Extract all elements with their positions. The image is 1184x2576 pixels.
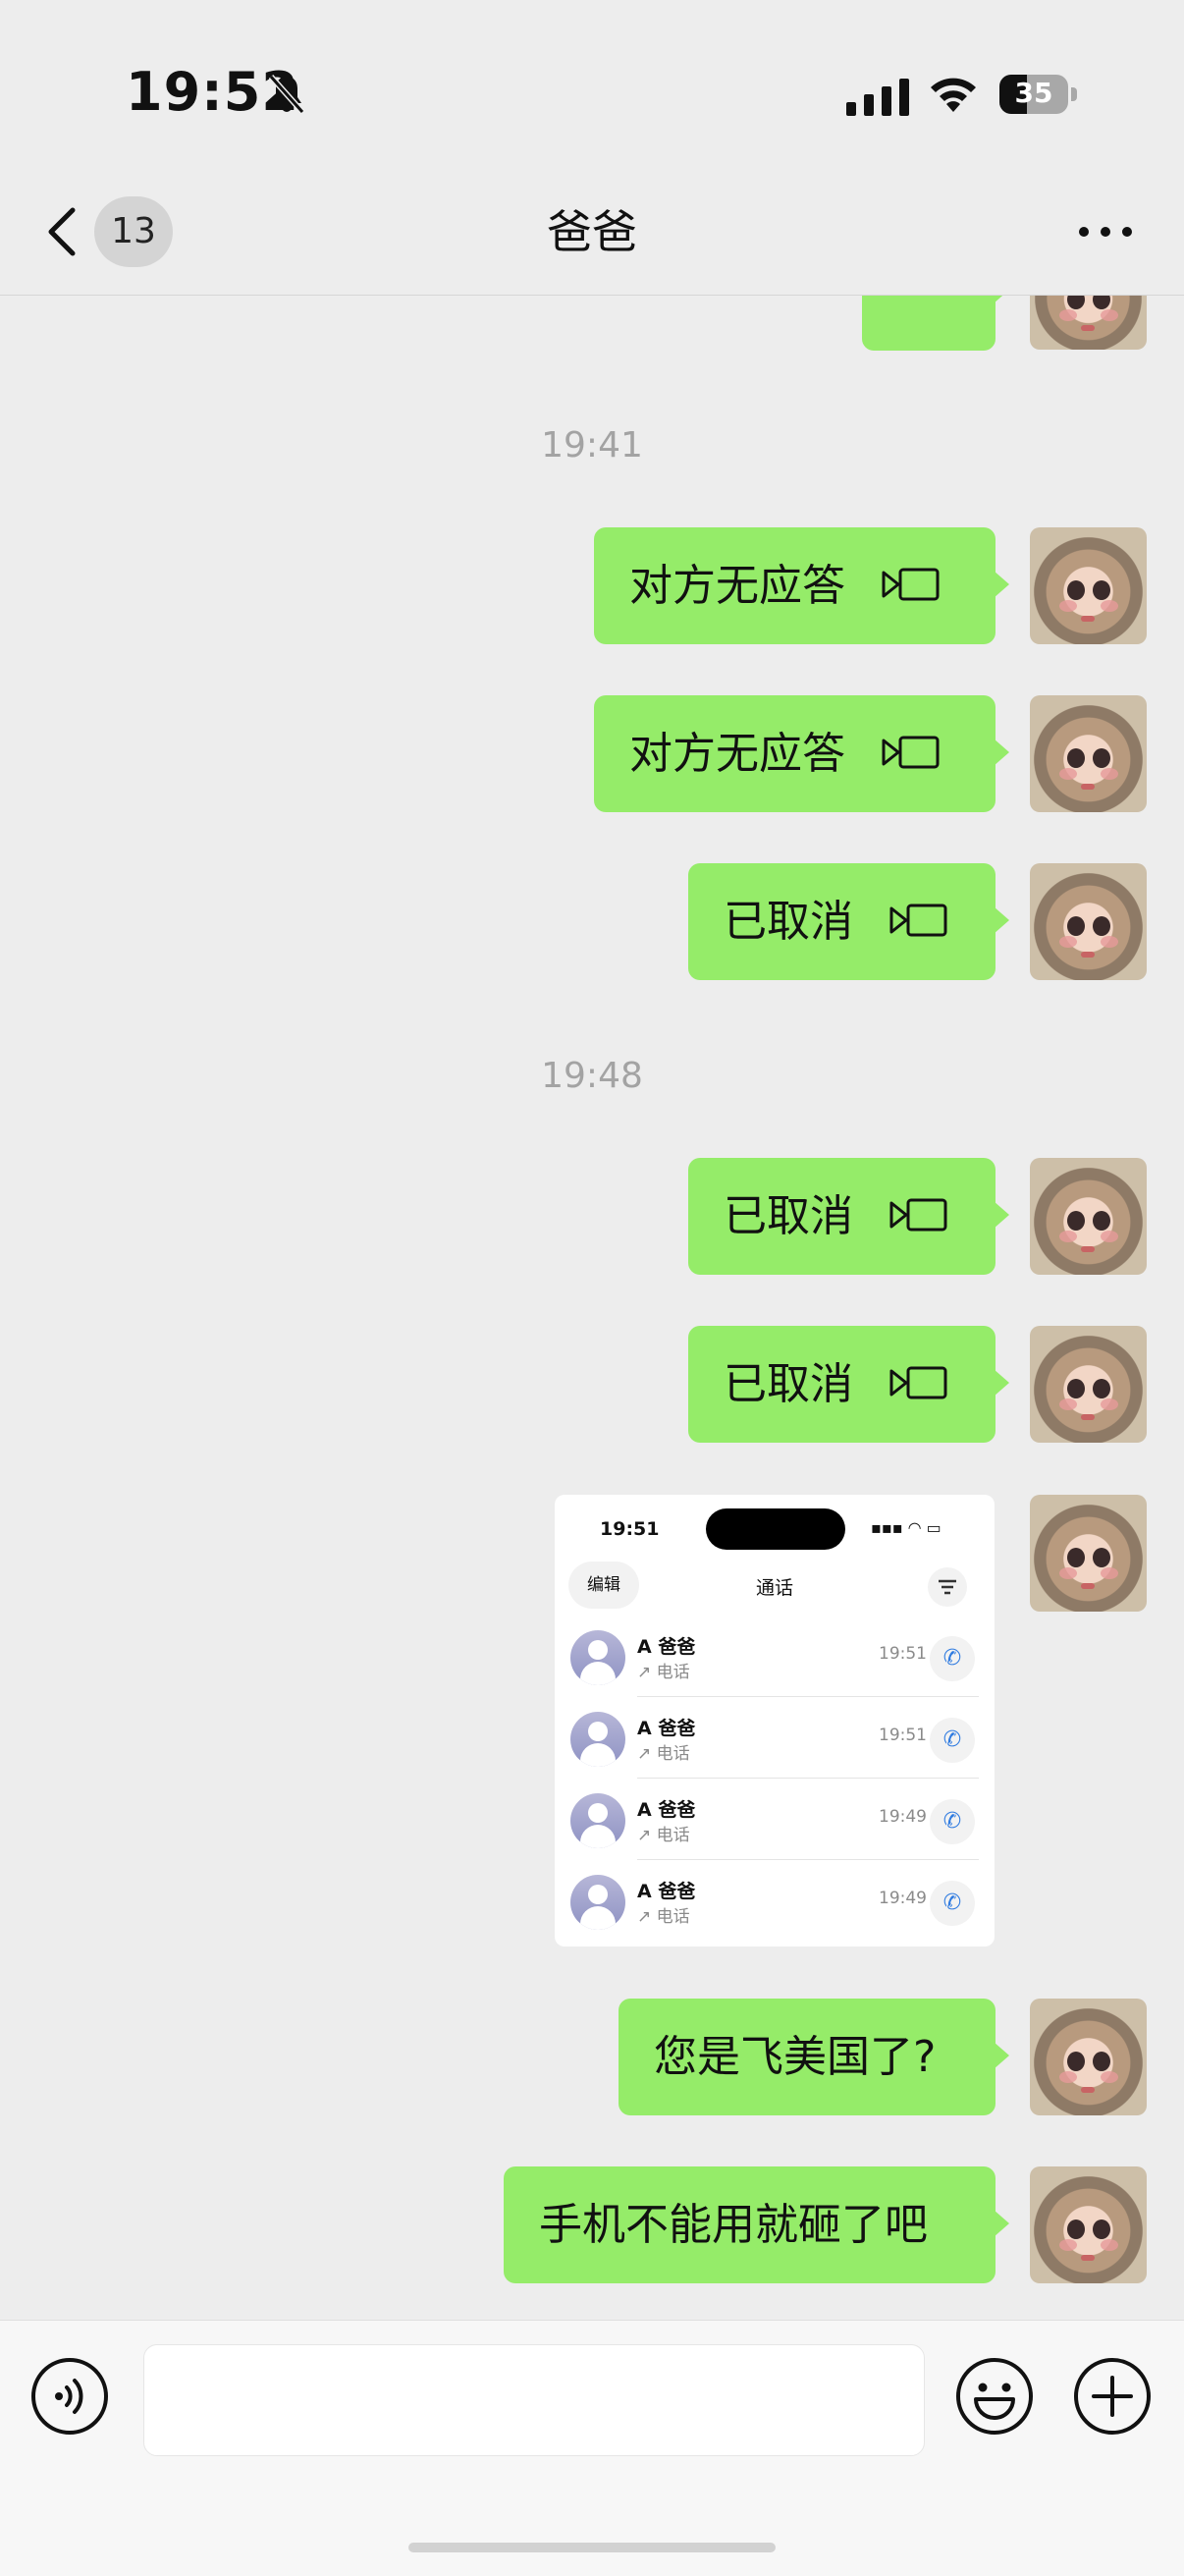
status-bar: 19:52 35 [0,0,1184,167]
cellular-signal-icon [846,79,909,116]
screenshot-time: 19:51 [600,1518,660,1540]
bell-slash-icon [268,75,305,114]
unread-count-badge[interactable]: 13 [94,196,173,267]
message-bubble[interactable]: 您是飞美国了? [619,1999,1009,2115]
message-bubble[interactable]: 已取消 [688,1158,1009,1275]
contact-name: A 爸爸 [637,1718,696,1739]
avatar[interactable] [1030,1999,1147,2115]
chat-title: 爸爸 [547,205,637,258]
avatar[interactable] [1030,1158,1147,1275]
message-timestamp: 19:41 [541,425,643,466]
message-input[interactable] [143,2344,925,2456]
message-text: 已取消 [724,897,853,947]
avatar[interactable] [1030,2166,1147,2283]
avatar[interactable] [1030,695,1147,812]
message-text: 手机不能用就砸了吧 [539,2200,928,2250]
call-type-label: 电话 [656,1826,690,1845]
call-log-row: A 爸爸 ↗ 电话 19:51 ✆ [555,1617,995,1697]
home-indicator [408,2543,776,2552]
emoji-icon[interactable] [954,2356,1035,2437]
call-time: 19:51 [879,1726,927,1745]
more-icon[interactable] [1078,226,1133,238]
wifi-icon [931,78,976,112]
call-time: 19:49 [879,1807,927,1827]
avatar[interactable] [1030,1326,1147,1443]
call-type-label: 电话 [656,1663,690,1682]
message-bubble[interactable]: ? [862,296,1009,351]
screenshot-status-icons: ▪▪▪ ◠ ▭ [871,1518,942,1537]
message-text: 您是飞美国了? [654,2032,937,2082]
avatar[interactable] [1030,1495,1147,1612]
call-log-row: A 爸爸 ↗ 电话 19:49 ✆ [555,1861,995,1942]
contact-name: A 爸爸 [637,1636,696,1658]
video-call-icon [889,1366,947,1399]
phone-icon: ✆ [930,1881,975,1926]
message-bubble[interactable]: 对方无应答 [594,695,1009,812]
call-type: ↗ 电话 [637,1826,690,1845]
phone-icon: ✆ [930,1636,975,1681]
input-bar [0,2320,1184,2576]
call-type: ↗ 电话 [637,1744,690,1764]
message-list[interactable]: ? 19:41 对方无应答 对方无应答 已取消 19:48 已取消 已取消 19… [0,296,1184,2319]
contact-name: A 爸爸 [637,1881,696,1902]
video-call-icon [882,736,940,769]
contact-avatar-icon [570,1630,625,1685]
video-call-icon [889,1198,947,1232]
chat-header: 爸爸 13 [0,167,1184,296]
dynamic-island [706,1508,845,1550]
image-message[interactable]: 19:51 ▪▪▪ ◠ ▭ 编辑 通话 A 爸爸 ↗ 电话 19:51 ✆ A … [555,1495,995,1946]
avatar[interactable] [1030,296,1147,350]
message-bubble[interactable]: 已取消 [688,863,1009,980]
message-bubble[interactable]: 已取消 [688,1326,1009,1443]
call-log-row: A 爸爸 ↗ 电话 19:51 ✆ [555,1698,995,1779]
message-bubble[interactable]: 手机不能用就砸了吧 [504,2166,1009,2283]
phone-icon: ✆ [930,1799,975,1844]
phone-icon: ✆ [930,1718,975,1763]
battery-icon: 35 [999,75,1078,116]
video-call-icon [882,568,940,601]
call-type: ↗ 电话 [637,1663,690,1682]
contact-avatar-icon [570,1712,625,1767]
call-type-label: 电话 [656,1907,690,1927]
message-timestamp: 19:48 [541,1056,643,1096]
message-text: 已取消 [724,1191,853,1241]
message-text: 已取消 [724,1359,853,1409]
avatar[interactable] [1030,527,1147,644]
voice-icon[interactable] [29,2356,110,2437]
call-time: 19:51 [879,1644,927,1664]
message-text: ? [917,296,940,306]
message-text: 对方无应答 [629,561,845,611]
message-bubble[interactable]: 对方无应答 [594,527,1009,644]
call-type-label: 电话 [656,1744,690,1764]
contact-avatar-icon [570,1793,625,1848]
avatar[interactable] [1030,863,1147,980]
message-text: 对方无应答 [629,729,845,779]
contact-avatar-icon [570,1875,625,1930]
filter-icon [928,1567,967,1607]
battery-level: 35 [1014,77,1053,109]
call-log-row: A 爸爸 ↗ 电话 19:49 ✆ [555,1780,995,1860]
video-call-icon [889,904,947,937]
chevron-left-icon[interactable] [43,204,82,259]
call-time: 19:49 [879,1889,927,1908]
plus-icon[interactable] [1072,2356,1153,2437]
call-type: ↗ 电话 [637,1907,690,1927]
contact-name: A 爸爸 [637,1799,696,1821]
